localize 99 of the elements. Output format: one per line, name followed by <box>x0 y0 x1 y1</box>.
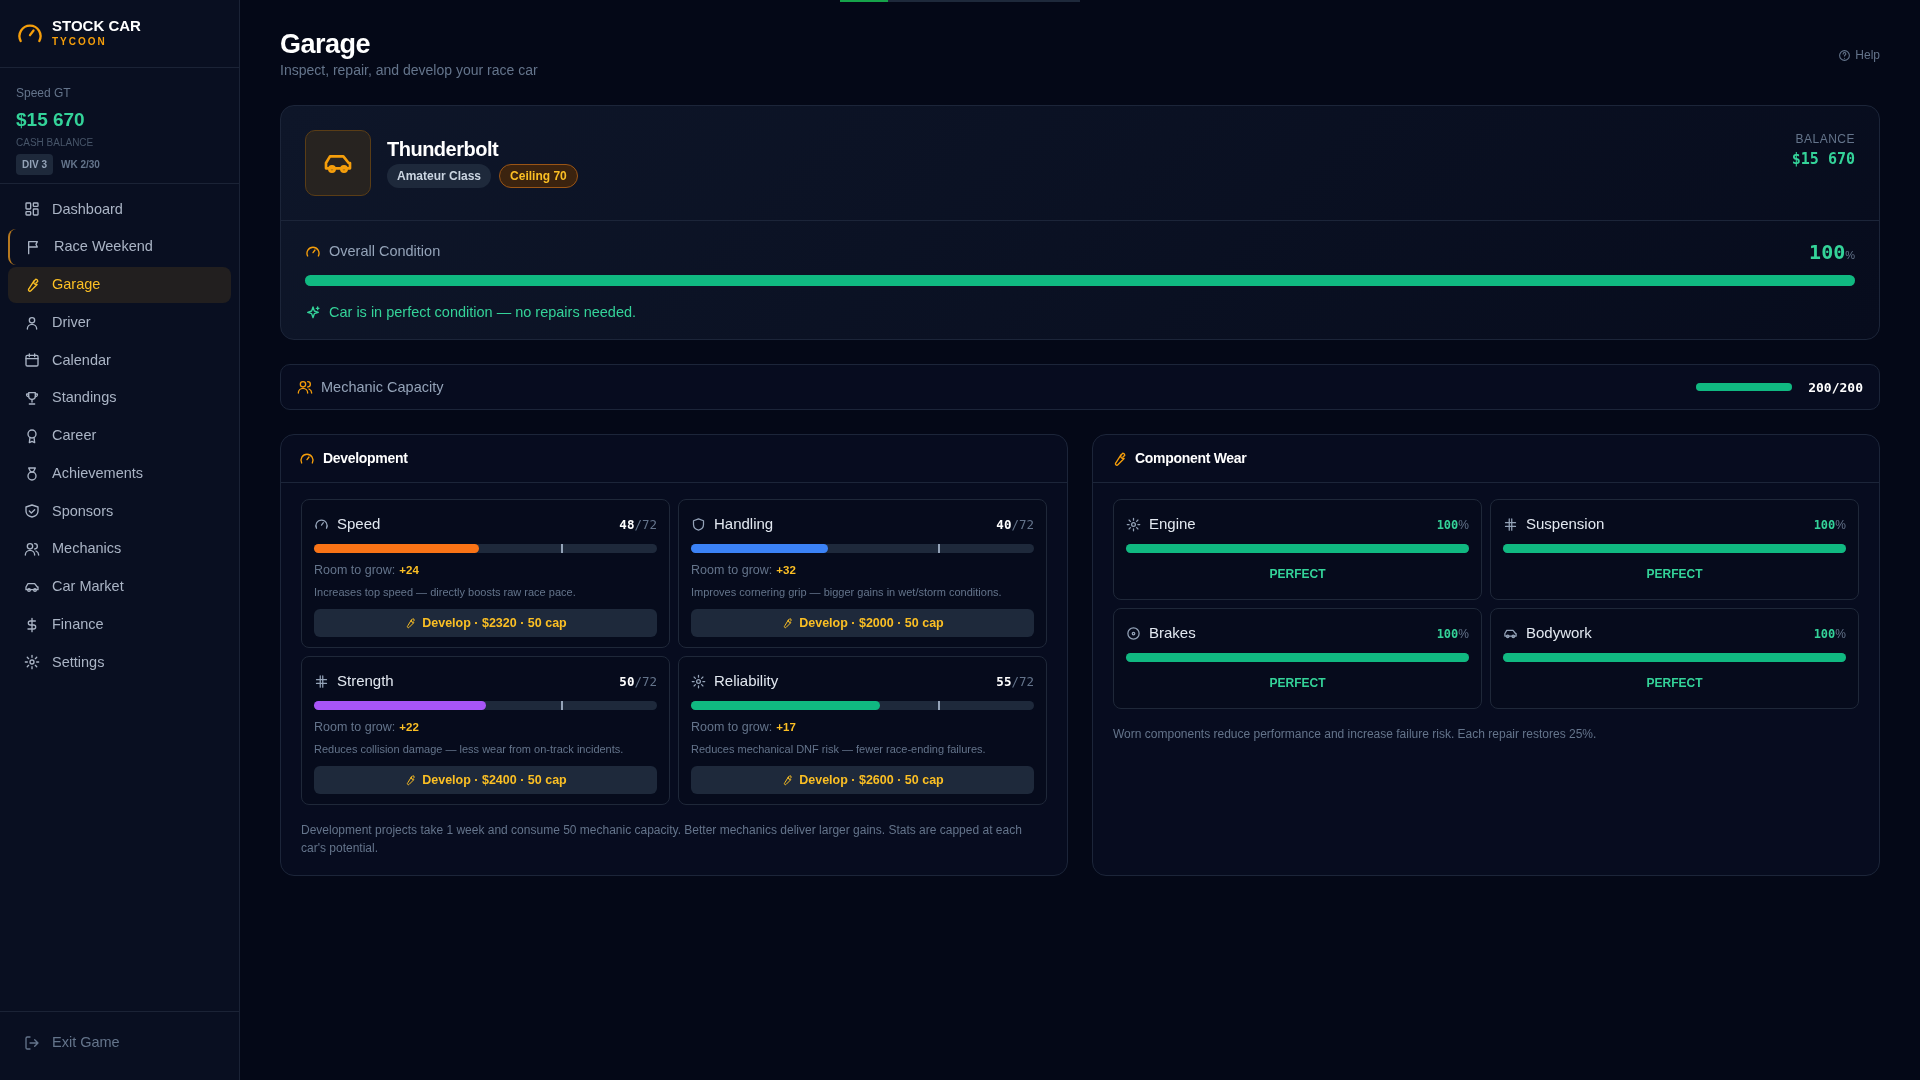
percent-sign: % <box>1458 518 1469 533</box>
stat-description: Reduces collision damage — less wear from on-track incidents. <box>314 742 625 758</box>
component-name: Bodywork <box>1526 623 1592 644</box>
nav-item[interactable]: Finance <box>8 606 231 643</box>
help-icon <box>1838 48 1852 62</box>
grow-label: Room to grow: <box>691 562 773 580</box>
component-status: PERFECT <box>1269 567 1326 582</box>
grow-value: +24 <box>399 563 419 579</box>
percent-sign: % <box>1845 248 1855 263</box>
component-status: PERFECT <box>1646 676 1703 691</box>
component-status: PERFECT <box>1269 676 1326 691</box>
component-status: PERFECT <box>1646 567 1703 582</box>
division-badge: DIV 3 <box>16 153 53 175</box>
stat-max: /72 <box>1011 517 1034 533</box>
brand-title: STOCK CAR <box>52 17 141 35</box>
condition-value: 100 <box>1809 238 1846 266</box>
grow-value: +32 <box>776 563 796 579</box>
stat-name: Handling <box>714 514 774 535</box>
stat-description: Reduces mechanical DNF risk — fewer race-ending failures. <box>691 742 987 758</box>
nav-item[interactable]: Sponsors <box>8 493 231 530</box>
gauge-icon <box>314 516 329 532</box>
stat-name: Reliability <box>714 671 779 692</box>
people-icon <box>297 379 313 396</box>
stat-max: /72 <box>634 674 657 690</box>
nav-item[interactable]: Garage <box>8 267 231 303</box>
dashboard-icon <box>24 201 40 218</box>
exit-button[interactable]: Exit Game <box>8 1020 231 1072</box>
stat-name: Strength <box>337 671 394 692</box>
cash-label: CASH BALANCE <box>16 135 95 150</box>
disc-icon <box>1126 625 1141 641</box>
component-name: Suspension <box>1526 514 1605 535</box>
develop-button[interactable]: Develop · $2600 · 50 cap <box>691 765 1034 795</box>
grow-value: +17 <box>776 720 796 736</box>
team-name: Speed GT <box>16 85 72 102</box>
ribbon-icon <box>24 427 40 444</box>
wear-note: Worn components reduce performance and increase failure risk. Each repair restores 25%. <box>1112 726 1598 744</box>
nav-item[interactable]: Settings <box>8 644 231 681</box>
component-value: 100 <box>1436 627 1459 642</box>
person-icon <box>24 314 40 331</box>
nav-item[interactable]: Dashboard <box>8 191 231 228</box>
percent-sign: % <box>1835 627 1846 642</box>
component-name: Engine <box>1149 514 1196 535</box>
trophy-icon <box>24 390 40 407</box>
nav-item[interactable]: Career <box>8 418 231 454</box>
brand-subtitle: TYCOON <box>52 35 108 50</box>
car-name: Thunderbolt <box>387 137 500 160</box>
develop-button[interactable]: Develop · $2000 · 50 cap <box>691 608 1034 638</box>
balance-amount: $15 670 <box>1791 148 1855 170</box>
ceiling-badge: Ceiling 70 <box>499 163 578 188</box>
grow-value: +22 <box>399 720 419 736</box>
percent-sign: % <box>1458 627 1469 642</box>
page-title: Garage <box>280 30 372 60</box>
grid-icon <box>314 673 329 689</box>
stat-max: /72 <box>634 517 657 533</box>
shield-icon <box>691 516 706 532</box>
nav-item[interactable]: Achievements <box>8 455 231 492</box>
grid-icon <box>1503 516 1518 532</box>
condition-note: Car is in perfect condition — no repairs needed. <box>329 302 637 322</box>
panel-title: Development <box>323 449 408 469</box>
development-note: Development projects take 1 week and consume 50 mechanic capacity. Better mechanics deliver larger gains. Stats are capped at each car's potential. <box>300 822 1023 858</box>
balance-label: BALANCE <box>1794 130 1855 148</box>
stat-description: Increases top speed — directly boosts raw race pace. <box>314 585 577 601</box>
grow-label: Room to grow: <box>691 719 773 737</box>
page-subtitle: Inspect, repair, and develop your race car <box>280 60 538 80</box>
grow-label: Room to grow: <box>314 562 396 580</box>
nav-item[interactable]: Car Market <box>8 569 231 605</box>
stat-value: 48 <box>619 517 635 533</box>
stat-value: 55 <box>996 674 1012 690</box>
component-name: Brakes <box>1149 623 1196 644</box>
condition-label: Overall Condition <box>329 241 441 261</box>
nav-item[interactable]: Standings <box>8 380 231 416</box>
nav-item[interactable]: Race Weekend <box>8 229 231 265</box>
grow-label: Room to grow: <box>314 719 396 737</box>
week-label: WK 2/30 <box>61 157 100 172</box>
capacity-reading: 200/200 <box>1808 378 1863 397</box>
component-value: 100 <box>1813 518 1836 533</box>
component-value: 100 <box>1436 518 1459 533</box>
medal-icon <box>24 465 40 482</box>
panel-title: Component Wear <box>1135 449 1247 469</box>
nav-item[interactable]: Driver <box>8 304 231 341</box>
develop-button[interactable]: Develop · $2400 · 50 cap <box>314 765 657 795</box>
people-icon <box>24 541 40 558</box>
stat-max: /72 <box>1011 674 1034 690</box>
percent-sign: % <box>1835 518 1846 533</box>
nav-item[interactable]: Mechanics <box>8 531 231 567</box>
class-badge: Amateur Class <box>387 163 492 188</box>
exit-icon <box>24 1035 40 1052</box>
sparkle-icon <box>305 304 321 321</box>
capacity-label: Mechanic Capacity <box>321 377 444 397</box>
stat-name: Speed <box>337 514 381 535</box>
develop-button[interactable]: Develop · $2320 · 50 cap <box>314 608 657 638</box>
stat-value: 40 <box>996 517 1012 533</box>
stat-description: Improves cornering grip — bigger gains in wet/storm conditions. <box>691 585 1003 601</box>
cash-amount: $15 670 <box>16 108 86 132</box>
calendar-icon <box>24 352 40 369</box>
stat-value: 50 <box>619 674 635 690</box>
component-value: 100 <box>1813 627 1836 642</box>
help-link[interactable]: Help <box>1838 46 1880 64</box>
nav-item[interactable]: Calendar <box>8 342 231 379</box>
